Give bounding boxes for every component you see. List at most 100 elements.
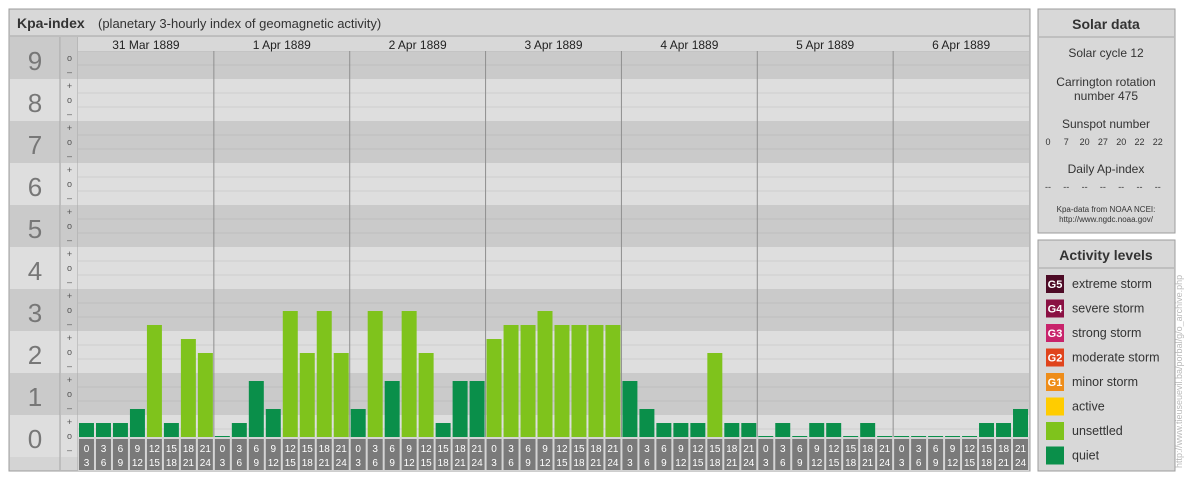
hour-label-end: 12 [675,458,687,469]
hour-label-start: 3 [372,444,378,455]
hour-label-end: 21 [590,458,602,469]
kp-bar [486,339,502,437]
hour-label-end: 6 [780,458,786,469]
kp-bar [316,311,332,437]
hour-label-start: 6 [933,444,939,455]
band-6 [78,163,1029,205]
hour-label-start: 18 [590,444,602,455]
hour-label-start: 12 [285,444,297,455]
hour-label-start: 6 [118,444,124,455]
hour-label-end: 9 [661,458,667,469]
ap-value: -- [1155,182,1161,192]
ap-value: -- [1137,182,1143,192]
hour-label-end: 9 [254,458,260,469]
hour-label-end: 3 [627,458,633,469]
hour-label-start: 15 [709,444,721,455]
kp-bar [996,423,1012,437]
hour-label-end: 3 [220,458,226,469]
kp-bar [214,436,230,437]
hour-label-start: 12 [964,444,976,455]
hour-label-start: 3 [916,444,922,455]
band-7 [78,121,1029,163]
hour-label-start: 6 [525,444,531,455]
kp-bar [741,423,757,437]
kp-bar [79,423,94,437]
kp-bar [690,423,706,437]
hour-label-end: 6 [237,458,243,469]
day-label: 6 Apr 1889 [932,38,990,52]
hour-label-end: 24 [1015,458,1027,469]
hour-label-end: 3 [899,458,905,469]
kp-bar [962,436,978,437]
kp-bar [299,353,315,437]
y-minor-mark: + [67,333,72,343]
kp-bar [877,436,893,437]
hour-label-start: 12 [692,444,704,455]
kp-bar [792,436,808,437]
y-major-label: 8 [28,88,42,118]
hour-label-end: 21 [998,458,1010,469]
sunspot-value: 0 [1045,137,1050,147]
hour-label-end: 3 [84,458,90,469]
hour-label-start: 3 [237,444,243,455]
hour-label-end: 18 [981,458,993,469]
y-minor-mark: o [67,389,72,399]
solar-cycle: Solar cycle 12 [1068,46,1144,60]
band-4 [78,247,1029,289]
kp-bar [979,423,995,437]
hour-label-start: 21 [607,444,619,455]
hour-label-end: 24 [472,458,484,469]
kp-bar [146,324,162,437]
hour-label-end: 6 [101,458,107,469]
kp-bar [197,353,213,437]
hour-label-end: 12 [268,458,280,469]
hour-label-start: 18 [998,444,1010,455]
y-major-label: 2 [28,340,42,370]
kp-bar [911,436,927,437]
y-axis-major-labels: 9 8 7 6 5 4 3 2 1 0 [10,37,61,470]
y-minor-mark: + [67,249,72,259]
kp-bar [333,353,349,437]
ap-value: -- [1082,182,1088,192]
kp-bar [928,436,944,437]
hour-label-end: 21 [726,458,738,469]
y-major-label: 6 [28,172,42,202]
hour-label-start: 9 [271,444,277,455]
y-major-label: 9 [28,46,42,76]
sunspot-value: 20 [1116,137,1126,147]
y-axis-minor-marks: o – + o – + o – + o – + o – + o – + o – + o – + o – + o – [61,37,79,470]
activity-badge: G3 [1048,328,1063,340]
y-major-label: 7 [28,130,42,160]
kp-bar [367,311,383,437]
hour-label-end: 9 [389,458,395,469]
kp-bar [435,423,451,437]
kp-bar [843,436,859,437]
hour-label-start: 3 [101,444,107,455]
y-major-label: 1 [28,382,42,412]
day-label: 3 Apr 1889 [524,38,582,52]
band-8 [78,79,1029,121]
y-major-label: 0 [28,424,42,454]
hour-label-end: 21 [455,458,467,469]
kp-bar [894,436,910,437]
band-3 [78,289,1029,331]
hour-label-end: 15 [964,458,976,469]
kp-bar [656,423,672,437]
y-major-label: 5 [28,214,42,244]
y-minor-mark: – [67,361,72,371]
hour-label-end: 18 [302,458,314,469]
source-line2: http://www.ngdc.noaa.gov/ [1059,215,1154,224]
hour-label-start: 15 [981,444,993,455]
hour-label-end: 24 [336,458,348,469]
hour-label-start: 9 [135,444,141,455]
hour-label-start: 15 [438,444,450,455]
hour-label-start: 9 [950,444,956,455]
hour-label-start: 0 [84,444,90,455]
activity-item: G1 minor storm [1046,373,1138,391]
y-minor-mark: o [67,179,72,189]
y-minor-mark: o [67,95,72,105]
hour-label-start: 6 [389,444,395,455]
y-minor-mark: – [67,67,72,77]
activity-label: severe storm [1072,302,1144,316]
chart-title: Kpa-index [17,15,85,31]
